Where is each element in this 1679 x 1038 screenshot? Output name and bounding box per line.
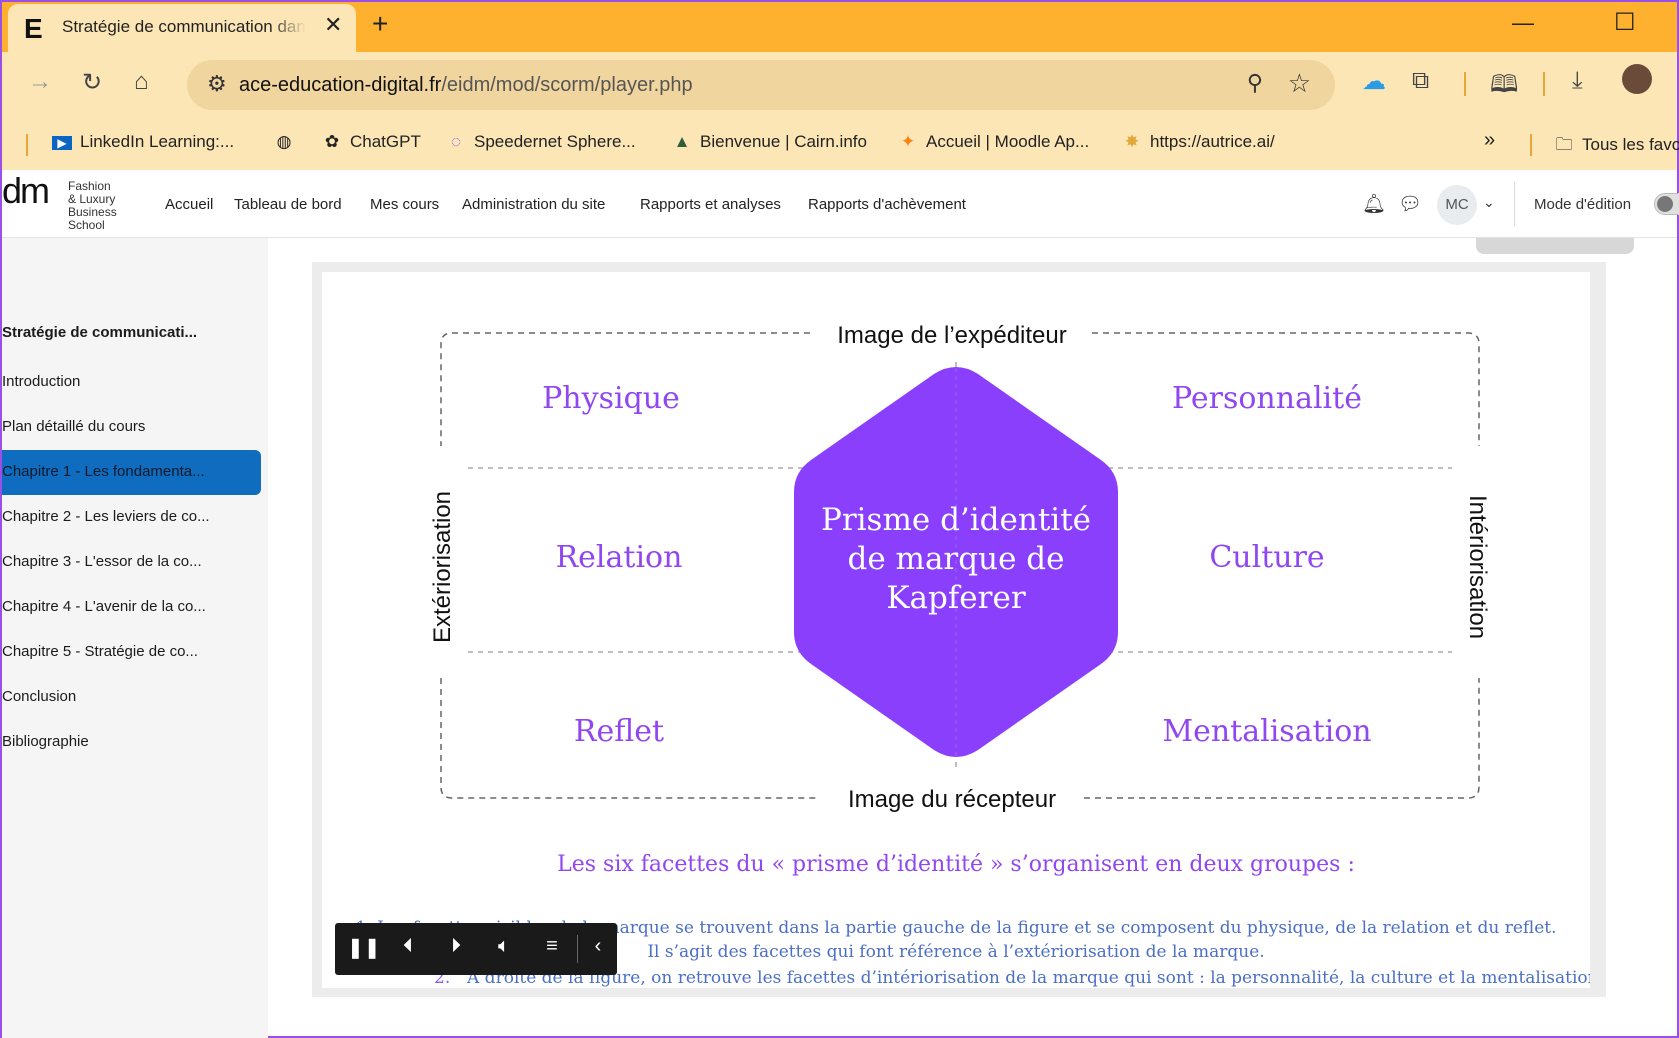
cloud-extension-icon[interactable]: ☁ bbox=[1362, 67, 1386, 96]
slide-caption: Les six facettes du « prisme d’identité … bbox=[557, 852, 1355, 877]
browser-tab[interactable]: E Stratégie de communication dans le lux… bbox=[8, 4, 356, 52]
bookmark-linkedin[interactable]: ▶ LinkedIn Learning:... bbox=[52, 132, 234, 152]
site-favicon-icon: E bbox=[24, 13, 43, 44]
previous-slide-icon[interactable]: ⏴ bbox=[395, 935, 421, 958]
all-bookmarks-folder[interactable]: 🗀Tous les favoris bbox=[1554, 132, 1679, 161]
tab-title: Stratégie de communication dans le luxe bbox=[62, 17, 306, 36]
reload-icon[interactable]: ↻ bbox=[82, 68, 102, 97]
reading-list-icon[interactable]: 🕮 bbox=[1490, 67, 1518, 108]
nav-administration[interactable]: Administration du site bbox=[462, 196, 605, 213]
sidebar-item-bibliographie[interactable]: Bibliographie bbox=[2, 720, 261, 765]
prism-title-line-1: Prisme d’identité bbox=[821, 502, 1091, 538]
sidebar-item-chapitre-3[interactable]: Chapitre 3 - L'essor de la co... bbox=[2, 540, 261, 585]
toggle-knob bbox=[1657, 196, 1673, 212]
facet-personnalite: Personnalité bbox=[1172, 381, 1362, 416]
user-avatar[interactable]: MC bbox=[1437, 185, 1477, 225]
course-title[interactable]: Stratégie de communicati... bbox=[2, 324, 197, 341]
menu-icon[interactable]: ≡ bbox=[539, 935, 565, 958]
nav-accueil[interactable]: Accueil bbox=[165, 196, 213, 213]
linkedin-icon: ▶ bbox=[52, 136, 72, 150]
label-image-expediteur: Image de l’expéditeur bbox=[837, 322, 1066, 349]
sidebar-item-plan[interactable]: Plan détaillé du cours bbox=[2, 405, 261, 450]
nav-rapports-achevement[interactable]: Rapports d'achèvement bbox=[808, 196, 966, 213]
autrice-icon: ✸ bbox=[1124, 132, 1140, 151]
next-slide-icon[interactable]: ⏵ bbox=[443, 935, 469, 958]
cairn-icon: ▲ bbox=[673, 132, 691, 151]
zoom-icon[interactable]: ⚲ bbox=[1247, 70, 1263, 96]
bookmark-cairn[interactable]: ▲ Bienvenue | Cairn.info bbox=[672, 132, 867, 152]
moodle-navbar: dm Fashion & Luxury Business School Accu… bbox=[2, 170, 1679, 238]
label-image-recepteur: Image du récepteur bbox=[848, 786, 1056, 813]
nav-tableau-de-bord[interactable]: Tableau de bord bbox=[234, 196, 342, 213]
collapse-chevron-icon[interactable]: ‹ bbox=[585, 935, 611, 958]
bookmark-speedernet[interactable]: ◌ Speedernet Sphere... bbox=[446, 132, 636, 152]
site-logo-text: Fashion & Luxury Business School bbox=[68, 179, 117, 232]
kapferer-prism-diagram: Prisme d’identité de marque de Kapferer … bbox=[429, 322, 1491, 813]
download-icon[interactable]: ⤓ bbox=[1572, 67, 1583, 95]
sidebar-item-chapitre-2[interactable]: Chapitre 2 - Les leviers de co... bbox=[2, 495, 261, 540]
nav-mes-cours[interactable]: Mes cours bbox=[370, 196, 439, 213]
browser-toolbar: → ↻ ⌂ ⚙ ace-education-digital.fr/eidm/mo… bbox=[2, 52, 1677, 120]
header-divider bbox=[1514, 182, 1515, 226]
extensions-icon[interactable]: ⧉ bbox=[1412, 67, 1429, 95]
profile-avatar-icon[interactable] bbox=[1622, 64, 1652, 94]
bookmark-moodle[interactable]: ✦ Accueil | Moodle Ap... bbox=[898, 132, 1089, 152]
site-info-icon[interactable]: ⚙ bbox=[207, 71, 227, 97]
url-text[interactable]: ace-education-digital.fr/eidm/mod/scorm/… bbox=[239, 74, 693, 97]
bookmarks-bar: ▶ LinkedIn Learning:... ◍ ✿ ChatGPT ◌ Speed… bbox=[2, 120, 1679, 170]
bookmark-chatgpt[interactable]: ✿ ChatGPT bbox=[322, 132, 421, 152]
sidebar-item-chapitre-5[interactable]: Chapitre 5 - Stratégie de co... bbox=[2, 630, 261, 675]
sphere-icon: ◌ bbox=[450, 132, 462, 151]
maximize-window-icon[interactable]: ☐ bbox=[1614, 8, 1636, 37]
controls-divider bbox=[577, 935, 578, 963]
prism-title-line-3: Kapferer bbox=[886, 580, 1025, 616]
scroll-indicator[interactable] bbox=[1476, 238, 1634, 254]
close-tab-icon[interactable]: ✕ bbox=[324, 12, 342, 38]
moodle-icon: ✦ bbox=[900, 132, 916, 151]
globe-icon: ◍ bbox=[276, 132, 292, 151]
course-index-sidebar: Stratégie de communicati... Introduction… bbox=[2, 238, 268, 1038]
new-tab-button[interactable]: + bbox=[372, 8, 388, 40]
sidebar-item-chapitre-1[interactable]: Chapitre 1 - Les fondamenta... bbox=[2, 450, 261, 495]
label-interiorisation: Intériorisation bbox=[1464, 495, 1491, 639]
nav-rapports-analyses[interactable]: Rapports et analyses bbox=[640, 196, 781, 213]
facet-physique: Physique bbox=[542, 381, 680, 416]
chevron-down-icon[interactable]: ⌄ bbox=[1483, 194, 1495, 211]
chatgpt-icon: ✿ bbox=[324, 132, 340, 151]
toolbar-divider bbox=[1464, 72, 1466, 96]
sidebar-item-introduction[interactable]: Introduction bbox=[2, 360, 261, 405]
more-bookmarks-button[interactable]: » bbox=[1484, 129, 1495, 152]
sidebar-item-chapitre-4[interactable]: Chapitre 4 - L'avenir de la co... bbox=[2, 585, 261, 630]
bookmarks-divider bbox=[1530, 134, 1532, 156]
folder-icon: 🗀 bbox=[1555, 135, 1573, 154]
facet-reflet: Reflet bbox=[574, 714, 664, 749]
bookmark-star-icon[interactable]: ☆ bbox=[1288, 68, 1311, 99]
browser-tab-strip: E Stratégie de communication dans le lux… bbox=[2, 2, 1677, 52]
volume-icon[interactable]: 🔈︎ bbox=[491, 935, 517, 958]
minimize-window-icon[interactable]: — bbox=[1512, 10, 1534, 36]
label-exteriorisation: Extériorisation bbox=[429, 491, 456, 643]
bookmark-autrice[interactable]: ✸ https://autrice.ai/ bbox=[1122, 132, 1275, 152]
prism-title-line-2: de marque de bbox=[848, 541, 1065, 577]
edit-mode-toggle[interactable] bbox=[1654, 193, 1679, 215]
messages-chat-icon[interactable]: 💬︎ bbox=[1398, 192, 1422, 216]
sidebar-item-conclusion[interactable]: Conclusion bbox=[2, 675, 261, 720]
bullet-2-text: A droite de la figure, on retrouve les f… bbox=[467, 968, 1590, 988]
scorm-player-controls: ❚❚ ⏴ ⏵ 🔈︎ ≡ ‹ bbox=[335, 923, 617, 975]
toolbar-divider bbox=[1543, 72, 1545, 96]
facet-mentalisation: Mentalisation bbox=[1162, 714, 1371, 749]
address-bar[interactable]: ⚙ ace-education-digital.fr/eidm/mod/scor… bbox=[187, 60, 1335, 110]
back-arrow-icon[interactable]: → bbox=[28, 68, 52, 96]
notifications-bell-icon[interactable]: 🔔︎ bbox=[1362, 192, 1386, 216]
home-icon[interactable]: ⌂ bbox=[134, 68, 149, 96]
bookmark-globe[interactable]: ◍ bbox=[274, 132, 302, 152]
scorm-slide: Prisme d’identité de marque de Kapferer … bbox=[322, 272, 1590, 988]
bookmarks-divider bbox=[26, 134, 28, 156]
pause-icon[interactable]: ❚❚ bbox=[347, 935, 381, 960]
facet-culture: Culture bbox=[1209, 540, 1324, 575]
site-logo[interactable]: dm bbox=[2, 170, 50, 212]
edit-mode-label: Mode d'édition bbox=[1534, 196, 1632, 213]
facet-relation: Relation bbox=[556, 540, 683, 575]
